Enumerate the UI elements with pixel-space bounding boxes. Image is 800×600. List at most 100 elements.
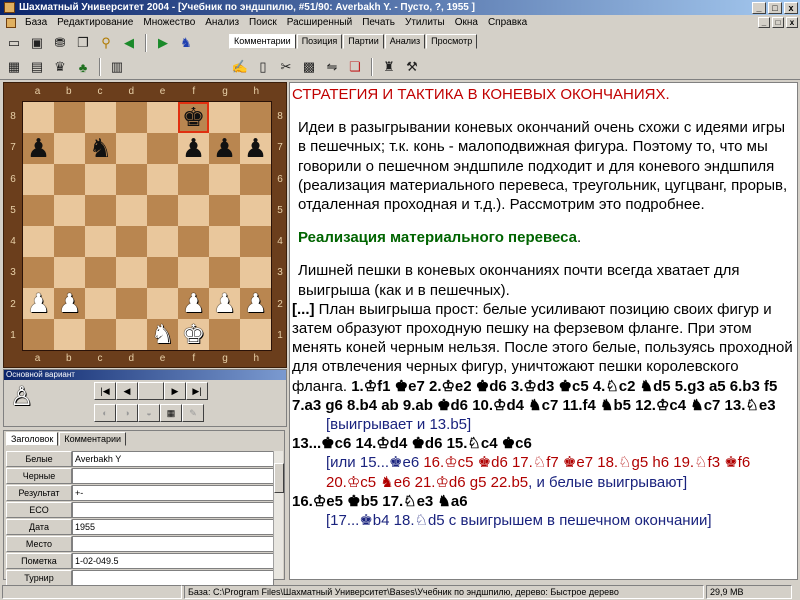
maximize-button[interactable]: □ — [768, 1, 782, 14]
square-d8[interactable] — [116, 102, 147, 133]
square-c3[interactable] — [85, 257, 116, 288]
main-line-moves-2[interactable]: 13...♚c6 14.♔d4 ♚d6 15.♘c4 ♚c6 — [292, 434, 797, 453]
variation-2-open[interactable]: [или 15...♚e6 — [326, 454, 423, 471]
square-f5[interactable] — [178, 195, 209, 226]
tab-comments[interactable]: Комментарии — [229, 34, 296, 49]
square-d6[interactable] — [116, 164, 147, 195]
doc-restore-button[interactable]: □ — [772, 17, 784, 28]
square-a6[interactable] — [23, 164, 54, 195]
menu-item-search[interactable]: Поиск — [244, 17, 282, 28]
back-icon[interactable]: ◀ — [119, 33, 139, 53]
square-c1[interactable] — [85, 319, 116, 350]
edit-button[interactable]: ✎ — [182, 404, 204, 422]
square-b8[interactable] — [54, 102, 85, 133]
square-c4[interactable] — [85, 226, 116, 257]
doc-minimize-button[interactable]: _ — [758, 17, 770, 28]
square-b2[interactable]: ♟ — [54, 288, 85, 319]
square-h5[interactable] — [240, 195, 271, 226]
menu-item-edit[interactable]: Редактирование — [52, 17, 138, 28]
grid-icon[interactable]: ▦ — [4, 57, 24, 77]
copy-icon[interactable]: ❐ — [73, 33, 93, 53]
square-d1[interactable] — [116, 319, 147, 350]
square-d5[interactable] — [116, 195, 147, 226]
square-g1[interactable] — [209, 319, 240, 350]
square-h6[interactable] — [240, 164, 271, 195]
square-e5[interactable] — [147, 195, 178, 226]
square-a7[interactable]: ♟ — [23, 133, 54, 164]
square-f1[interactable]: ♚ — [178, 319, 209, 350]
square-c8[interactable] — [85, 102, 116, 133]
square-d7[interactable] — [116, 133, 147, 164]
square-b3[interactable] — [54, 257, 85, 288]
square-e6[interactable] — [147, 164, 178, 195]
white-field[interactable]: Averbakh Y — [72, 451, 274, 467]
square-b5[interactable] — [54, 195, 85, 226]
scissors-icon[interactable]: ✂ — [276, 57, 296, 77]
menu-item-database[interactable]: База — [20, 17, 52, 28]
black-king-icon[interactable]: ♚ — [182, 105, 205, 131]
menu-item-set[interactable]: Множество — [138, 17, 200, 28]
abc-icon[interactable]: ✍ — [230, 57, 250, 77]
black-pawn-icon[interactable]: ♟ — [27, 136, 50, 162]
black-field[interactable] — [72, 468, 274, 484]
black-knight-icon[interactable]: ♞ — [89, 136, 112, 162]
black-pawn-icon[interactable]: ♟ — [182, 136, 205, 162]
new-icon[interactable]: ▭ — [4, 33, 24, 53]
tool-button-3[interactable]: ◒ — [138, 404, 160, 422]
place-field[interactable] — [72, 536, 274, 552]
square-f2[interactable]: ♟ — [178, 288, 209, 319]
next-move-button[interactable]: ▶ — [164, 382, 186, 400]
square-f8[interactable]: ♚ — [178, 102, 209, 133]
white-pawn-icon[interactable]: ♟ — [182, 291, 205, 317]
layout-icon[interactable]: ▥ — [107, 57, 127, 77]
square-e4[interactable] — [147, 226, 178, 257]
menu-item-help[interactable]: Справка — [483, 17, 532, 28]
menu-item-analysis[interactable]: Анализ — [200, 17, 244, 28]
tab-analysis[interactable]: Анализ — [384, 34, 426, 49]
square-h3[interactable] — [240, 257, 271, 288]
checker-icon[interactable]: ▩ — [299, 57, 319, 77]
engine-icon[interactable]: ♞ — [176, 33, 196, 53]
first-move-button[interactable]: |◀ — [94, 382, 116, 400]
variation-3[interactable]: [17...♚b4 18.♘d5 с выигрышем в пешечном … — [292, 511, 797, 530]
square-h1[interactable] — [240, 319, 271, 350]
square-g7[interactable]: ♟ — [209, 133, 240, 164]
black-pawn-icon[interactable]: ♟ — [244, 136, 267, 162]
variation-1[interactable]: [выигрывает и 13.b5] — [292, 415, 797, 434]
trophy-icon[interactable]: ♛ — [50, 57, 70, 77]
last-move-button[interactable]: ▶| — [186, 382, 208, 400]
square-h2[interactable]: ♟ — [240, 288, 271, 319]
menu-item-windows[interactable]: Окна — [450, 17, 483, 28]
date-field[interactable]: 1955 — [72, 519, 274, 535]
stack-icon[interactable]: ❏ — [345, 57, 365, 77]
square-d2[interactable] — [116, 288, 147, 319]
scrollbar-thumb[interactable] — [274, 463, 284, 493]
chess-board[interactable]: ♚ ♟ ♞ ♟ ♟ ♟ ♟ ♟ ♟ ♟ ♟ ♞ ♚ — [22, 101, 272, 351]
white-pawn-icon[interactable]: ♟ — [244, 291, 267, 317]
black-pawn-icon[interactable]: ♟ — [213, 136, 236, 162]
tab-games[interactable]: Партии — [343, 34, 384, 49]
square-a4[interactable] — [23, 226, 54, 257]
board-view-button[interactable]: ▦ — [160, 404, 182, 422]
white-king-icon[interactable]: ♚ — [182, 322, 205, 348]
square-c2[interactable] — [85, 288, 116, 319]
white-knight-icon[interactable]: ♞ — [151, 322, 174, 348]
eco-field[interactable] — [72, 502, 274, 518]
white-pawn-icon[interactable]: ♟ — [213, 291, 236, 317]
board-icon[interactable]: ▤ — [27, 57, 47, 77]
square-e3[interactable] — [147, 257, 178, 288]
square-b1[interactable] — [54, 319, 85, 350]
menu-item-print[interactable]: Печать — [357, 17, 400, 28]
square-a8[interactable] — [23, 102, 54, 133]
square-g3[interactable] — [209, 257, 240, 288]
open-icon[interactable]: ▣ — [27, 33, 47, 53]
square-f6[interactable] — [178, 164, 209, 195]
square-a2[interactable]: ♟ — [23, 288, 54, 319]
square-e8[interactable] — [147, 102, 178, 133]
document-icon[interactable] — [6, 17, 16, 28]
square-h4[interactable] — [240, 226, 271, 257]
tab-header[interactable]: Заголовок — [6, 432, 59, 446]
square-g6[interactable] — [209, 164, 240, 195]
close-button[interactable]: x — [784, 1, 798, 14]
square-d4[interactable] — [116, 226, 147, 257]
